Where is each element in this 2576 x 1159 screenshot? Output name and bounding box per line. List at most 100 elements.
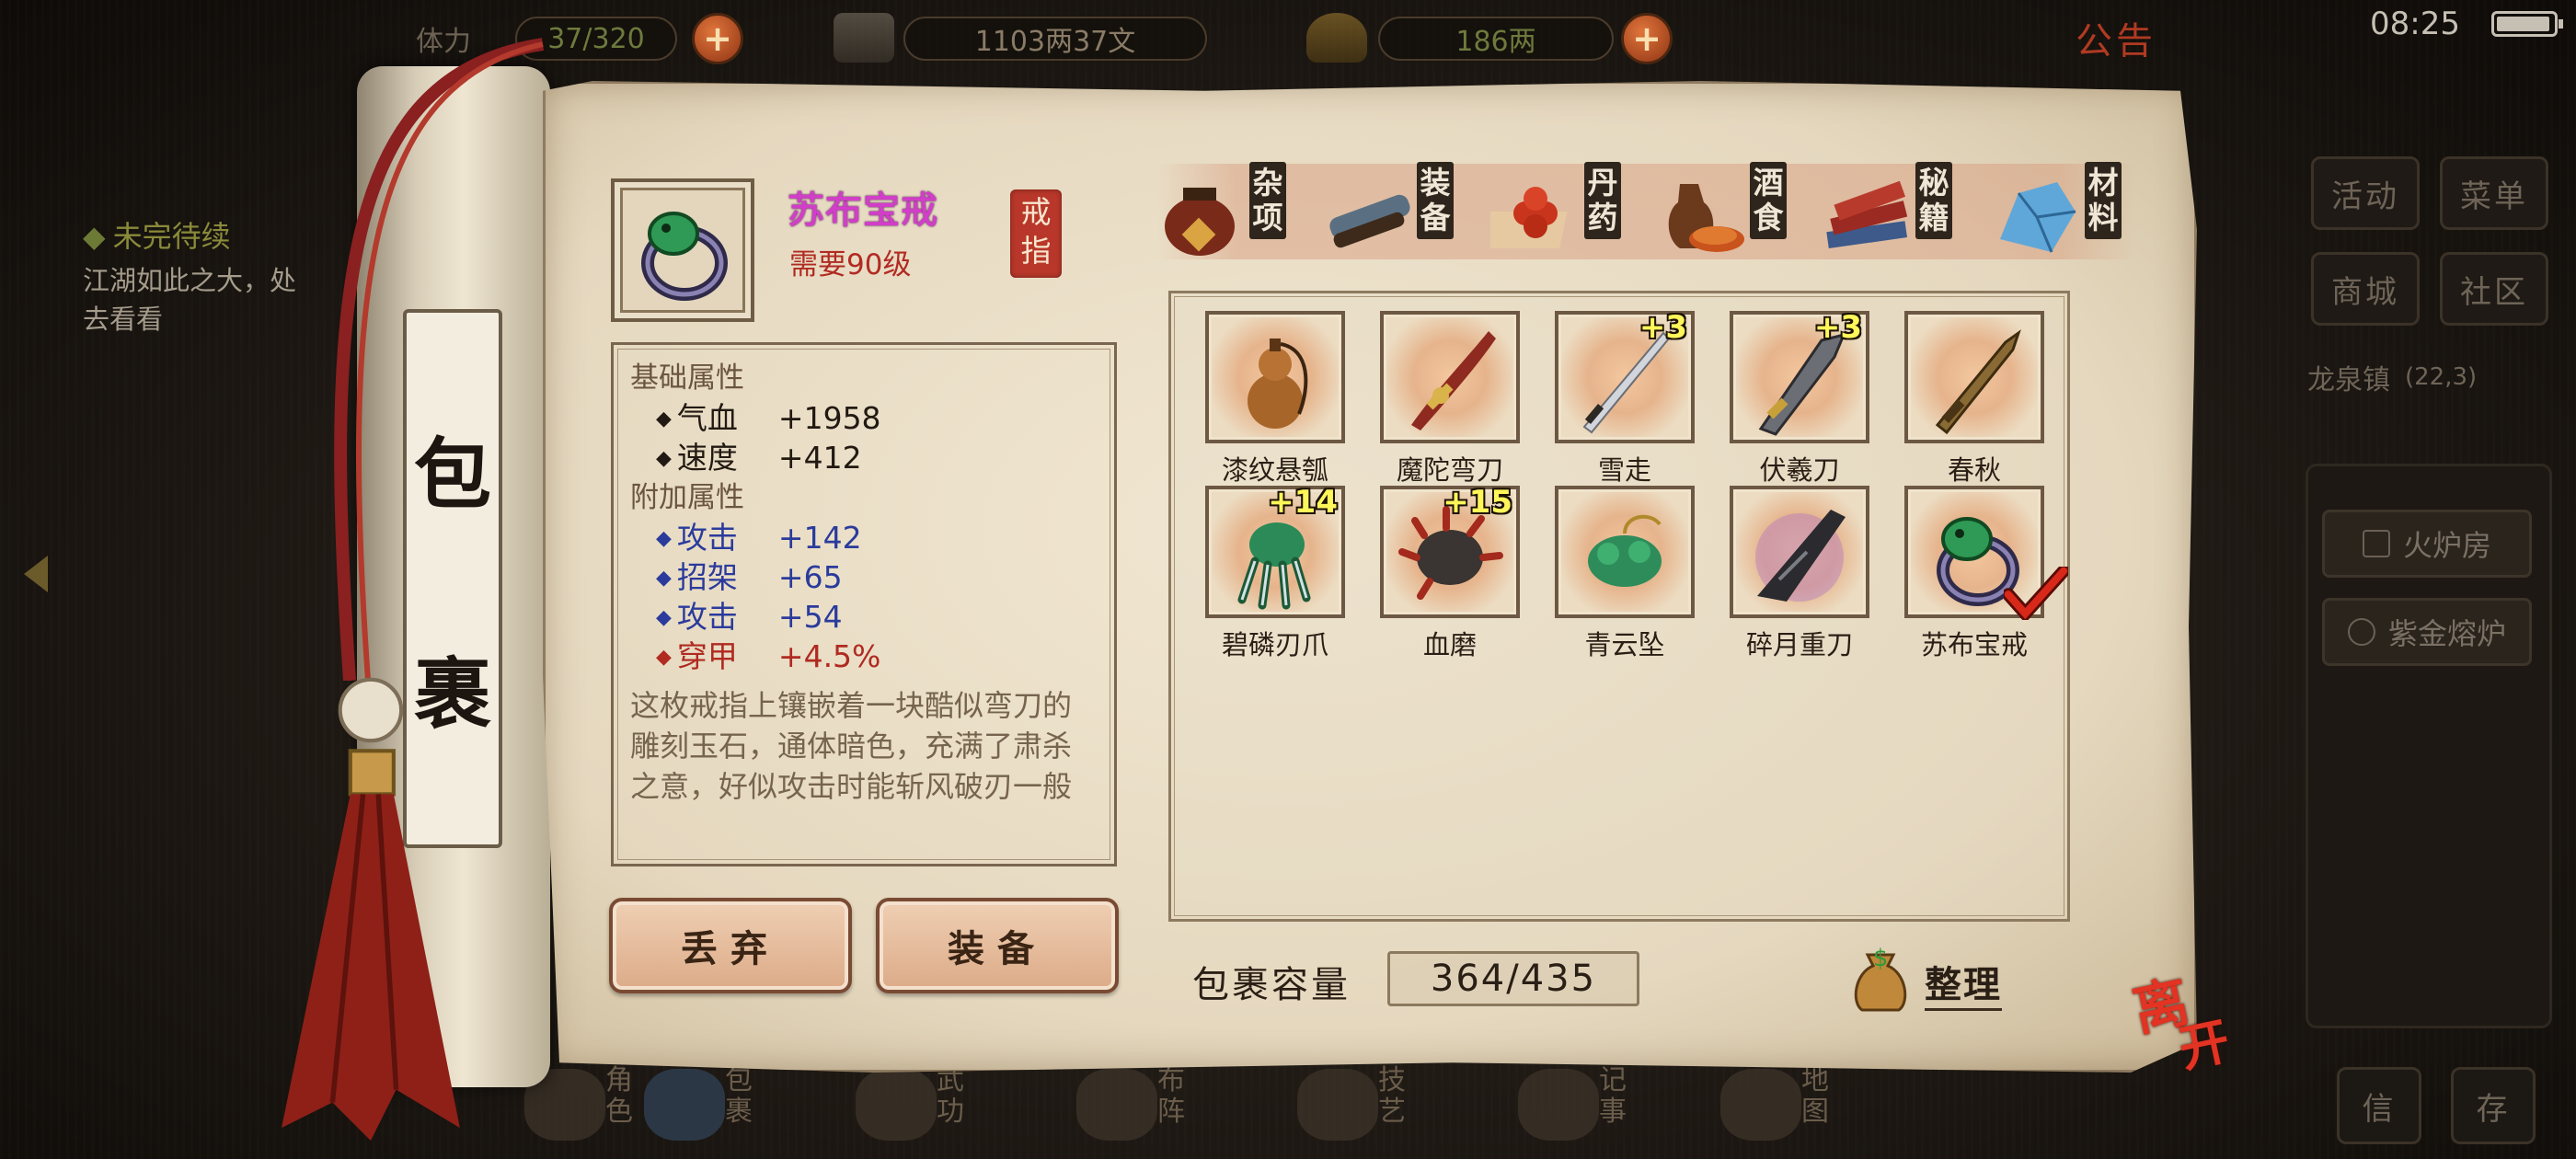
quest-text: 江湖如此之大，处去看看	[83, 265, 297, 335]
extra-attributes-header: 附加属性	[630, 481, 744, 514]
nav-label: 武功	[937, 1064, 964, 1128]
inventory-item-name: 碎月重刀	[1745, 629, 1853, 660]
skill-icon	[1297, 1069, 1378, 1141]
pills-icon	[1490, 187, 1568, 248]
nav-label: 技艺	[1378, 1064, 1406, 1128]
tab-label: 装备	[1417, 162, 1454, 239]
inventory-slot[interactable]	[1904, 486, 2068, 620]
scroll-bundle-icon	[1329, 194, 1410, 248]
inventory-item-name: 血磨	[1422, 629, 1477, 660]
sword-icon	[1935, 329, 2021, 435]
expand-arrow-icon[interactable]	[24, 556, 48, 592]
attr-row: ◆ 攻击 +142	[656, 520, 862, 556]
nav-label: 布阵	[1157, 1064, 1185, 1128]
base-attributes-header: 基础属性	[630, 361, 744, 395]
enhance-level-badge: +3	[1639, 309, 1687, 346]
mail-button[interactable]: 信	[2337, 1067, 2421, 1144]
attr-value: +1958	[777, 400, 881, 436]
svg-text:$: $	[1873, 945, 1889, 972]
nav-skills[interactable]: 技艺	[1288, 1058, 1426, 1159]
item-attributes-panel: 基础属性 ◆ 气血 +1958 ◆ 速度 +412 附加属性 ◆ 攻击 +142 ◆ 招架 +6…	[611, 342, 1117, 866]
journal-icon	[1518, 1069, 1599, 1141]
facility-gold-furnace[interactable]: 紫金熔炉	[2322, 598, 2532, 666]
town-coord: (22,3)	[2405, 363, 2478, 391]
inventory-slot[interactable]	[1205, 311, 1345, 443]
attr-value: +54	[777, 599, 843, 635]
storage-button[interactable]: 存	[2451, 1067, 2536, 1144]
quest-tracker[interactable]: ◆ 未完待续 江湖如此之大，处去看看	[83, 213, 322, 339]
gourd-icon	[1248, 339, 1308, 429]
books-icon	[1826, 180, 1908, 249]
inventory-item-name: 伏羲刀	[1759, 454, 1840, 486]
quest-diamond-icon: ◆	[83, 219, 106, 254]
tab-manuals[interactable]: 秘籍	[1822, 155, 1995, 265]
inventory-slot[interactable]: +15	[1380, 484, 1520, 618]
crystal-icon	[2000, 182, 2076, 253]
inventory-slot[interactable]: +3	[1555, 309, 1695, 443]
nav-label: 地图	[1801, 1064, 1829, 1128]
inventory-slot[interactable]	[1380, 311, 1520, 443]
books-icon	[856, 1069, 937, 1141]
attr-row: ◆ 穿甲 +4.5%	[656, 638, 881, 674]
inventory-item-name: 魔陀弯刀	[1396, 454, 1503, 486]
food-icon	[1668, 184, 1744, 252]
inventory-slot[interactable]: +14	[1205, 484, 1345, 618]
attr-key: 攻击	[676, 599, 738, 635]
item-description[interactable]: 这枚戒指上镶嵌着一块酷似弯刀的雕刻玉石，通体暗色，充满了肃杀之意，好似攻击时能斩…	[630, 685, 1098, 840]
notice-button[interactable]: 公告	[2076, 11, 2156, 64]
map-icon	[1720, 1069, 1801, 1141]
enhance-level-badge: +14	[1268, 484, 1338, 521]
house-icon	[2362, 530, 2390, 557]
inventory-slot[interactable]	[1555, 486, 1695, 618]
nav-bag[interactable]: 包裹	[635, 1058, 773, 1159]
bottom-nav: 角色 包裹 武功 布阵 技艺 记事 地图 信	[515, 1058, 2134, 1159]
inventory-slot[interactable]	[1904, 311, 2044, 443]
attr-row: ◆ 速度 +412	[656, 440, 862, 476]
tab-label: 酒食	[1750, 162, 1787, 239]
tab-materials[interactable]: 材料	[1991, 155, 2164, 265]
nav-martial-arts[interactable]: 武功	[846, 1058, 984, 1159]
facility-furnace-room[interactable]: 火炉房	[2322, 510, 2532, 578]
sort-button[interactable]: $ 整理	[1844, 942, 2028, 1016]
item-type-seal: 戒指	[1010, 189, 1062, 278]
attr-value: +142	[777, 520, 862, 556]
curved-blade-icon	[1411, 331, 1496, 430]
item-name: 苏布宝戒	[788, 189, 938, 232]
item-portrait	[611, 178, 754, 322]
tab-misc[interactable]: 杂项	[1156, 155, 1328, 265]
money-bag-icon: $	[1854, 945, 1907, 1012]
shop-button[interactable]: 商城	[2311, 252, 2420, 326]
inventory-slot[interactable]	[1730, 486, 1869, 618]
inventory-item-name: 青云坠	[1584, 629, 1665, 660]
add-gold-button[interactable]	[1621, 13, 1673, 64]
leave-button[interactable]: 离 开	[2128, 962, 2250, 1082]
menu-button[interactable]: 菜单	[2440, 156, 2548, 230]
tab-label: 材料	[2085, 162, 2122, 239]
nav-journal[interactable]: 记事	[1509, 1058, 1647, 1159]
nav-map[interactable]: 地图	[1711, 1058, 1849, 1159]
add-stamina-button[interactable]: +	[692, 13, 743, 64]
activity-button[interactable]: 活动	[2311, 156, 2420, 230]
attr-row: ◆ 攻击 +54	[656, 599, 843, 635]
discard-button[interactable]: 丢弃	[609, 898, 852, 993]
leave-char: 开	[2173, 1010, 2235, 1079]
attr-value: +4.5%	[777, 638, 881, 674]
tab-equipment[interactable]: 装备	[1323, 155, 1496, 265]
town-name: 龙泉镇	[2307, 364, 2390, 396]
attr-key: 穿甲	[676, 638, 738, 674]
heavy-blade-icon	[1755, 510, 1846, 602]
equip-button[interactable]: 装备	[876, 898, 1119, 993]
attr-key: 气血	[676, 400, 738, 436]
attr-key: 攻击	[676, 520, 738, 556]
tab-pills[interactable]: 丹药	[1490, 155, 1663, 265]
attr-key: 速度	[676, 440, 738, 476]
tab-food[interactable]: 酒食	[1656, 155, 1829, 265]
scroll-title-char: 包	[413, 429, 491, 520]
inventory-item-name: 碧磷刃爪	[1221, 629, 1328, 660]
community-button[interactable]: 社区	[2440, 252, 2548, 326]
town-location[interactable]: 龙泉镇 (22,3)	[2307, 351, 2556, 403]
sort-label: 整理	[1925, 955, 2002, 1011]
quest-title: 未完待续	[112, 219, 231, 254]
inventory-slot[interactable]: +3	[1730, 309, 1869, 443]
nav-formation[interactable]: 布阵	[1067, 1058, 1205, 1159]
